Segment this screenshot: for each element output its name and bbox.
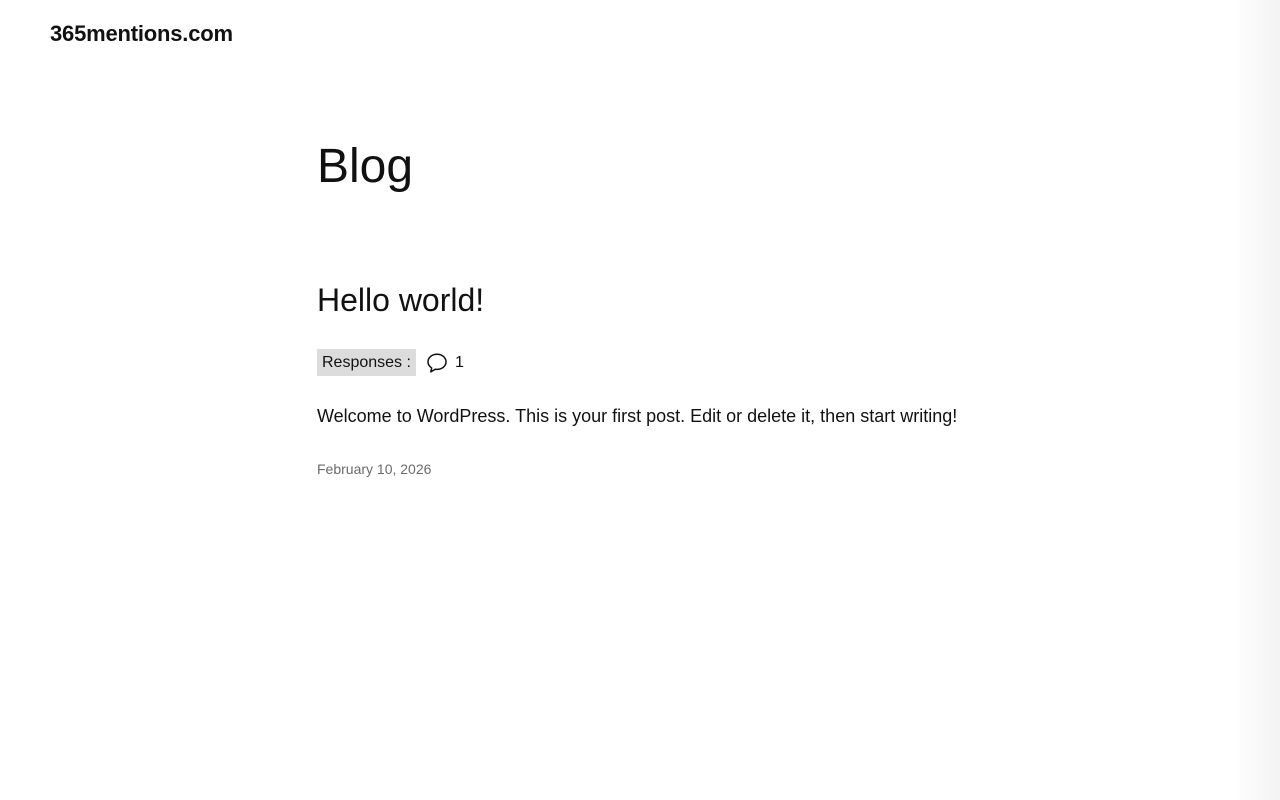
site-title-link[interactable]: 365mentions.com <box>50 20 233 48</box>
comment-count: 1 <box>454 353 464 371</box>
page: 365mentions.com Blog Hello world! Respon… <box>0 0 1280 800</box>
page-title: Blog <box>317 140 414 193</box>
post-meta: Responses : 1 <box>317 349 464 376</box>
comments-link[interactable]: 1 <box>425 351 464 375</box>
responses-label: Responses : <box>317 349 416 376</box>
post-excerpt: Welcome to WordPress. This is your first… <box>317 406 958 426</box>
scroll-edge-shadow <box>1232 0 1280 800</box>
blog-post: Hello world! Responses : 1 Welcome to Wo… <box>317 280 1117 477</box>
speech-bubble-icon <box>425 351 449 375</box>
post-title-link[interactable]: Hello world! <box>317 280 484 320</box>
post-date-link[interactable]: February 10, 2026 <box>317 460 431 478</box>
